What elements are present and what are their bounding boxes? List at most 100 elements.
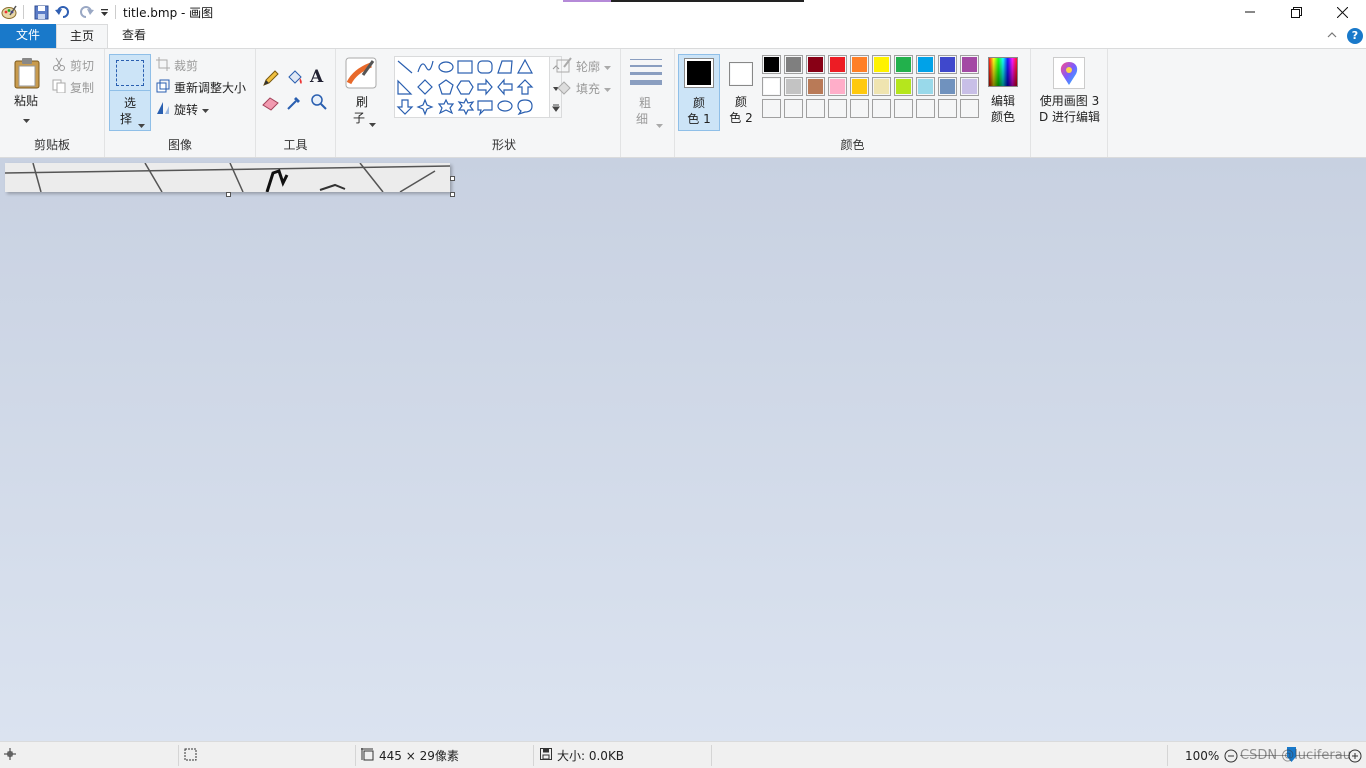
minimize-icon[interactable] [1227,0,1273,24]
palette-swatch[interactable] [784,99,803,118]
palette-swatch[interactable] [828,55,847,74]
palette-swatch[interactable] [850,55,869,74]
save-icon[interactable] [32,3,50,21]
copy-button[interactable]: 复制 [52,79,94,96]
tab-file[interactable]: 文件 [0,24,56,48]
tab-home[interactable]: 主页 [56,24,108,48]
close-icon[interactable] [1319,0,1365,24]
customize-dropdown-icon[interactable] [98,3,110,21]
restore-icon[interactable] [1273,0,1319,24]
resize-icon [156,79,170,96]
resize-button[interactable]: 重新调整大小 [156,79,246,96]
cut-button[interactable]: 剪切 [52,57,94,74]
outline-icon [556,57,572,76]
palette-swatch[interactable] [872,99,891,118]
size-button[interactable]: 粗 细 [627,55,669,128]
redo-icon[interactable] [76,3,96,21]
select-rect-icon [116,60,144,86]
separator [178,745,179,766]
color-picker-icon[interactable] [286,93,304,114]
paint-app-icon[interactable] [0,3,18,21]
pencil-icon[interactable] [262,69,280,90]
title-accent [611,0,804,2]
resize-handle-corner[interactable] [450,192,455,197]
shapes-gallery [394,56,550,118]
status-bar: 445 × 29像素 大小: 0.0KB 100% CSDN @lucifera… [0,741,1366,768]
shapes-gallery-icons[interactable] [395,57,551,119]
copy-icon [52,79,66,96]
eraser-icon[interactable] [262,93,280,114]
group-label-shapes: 形状 [491,138,516,152]
color1-swatch [684,58,714,88]
color1-button[interactable]: 颜 色 1 [678,54,720,131]
resize-handle-bottom[interactable] [226,192,231,197]
text-tool-icon[interactable]: A [310,67,323,87]
color2-label-1: 颜 [734,95,747,109]
edit-colors-label-1: 编辑 [990,94,1015,108]
group-clipboard: 粘贴 剪切 复制 剪贴板 [0,49,105,157]
palette-swatch[interactable] [850,77,869,96]
palette-swatch[interactable] [960,77,979,96]
tab-view[interactable]: 查看 [108,24,160,48]
palette-swatch[interactable] [960,99,979,118]
palette-swatch[interactable] [916,55,935,74]
palette-swatch[interactable] [894,77,913,96]
rotate-button[interactable]: 旋转 [156,101,210,118]
palette-swatch[interactable] [828,77,847,96]
palette-swatch[interactable] [938,55,957,74]
image-canvas[interactable] [5,163,450,192]
palette-swatch[interactable] [872,55,891,74]
palette-swatch[interactable] [762,77,781,96]
group-tools: A 工具 [256,49,336,157]
group-label-colors: 颜色 [840,138,865,152]
palette-swatch[interactable] [850,99,869,118]
palette-swatch[interactable] [872,77,891,96]
fill-icon [556,79,572,98]
palette-swatch[interactable] [806,99,825,118]
color2-button[interactable]: 颜 色 2 [721,54,763,131]
zoom-in-button[interactable] [1348,742,1362,768]
file-size: 大小: 0.0KB [540,742,624,768]
group-label-image: 图像 [167,138,192,152]
resize-handle-right[interactable] [450,176,455,181]
palette-swatch[interactable] [894,99,913,118]
brushes-button[interactable]: 刷 子 [340,54,384,131]
group-image: 选 择 裁剪 重新调整大小 旋转 图像 [105,49,256,157]
magnifier-icon[interactable] [310,93,328,114]
palette-swatch[interactable] [806,55,825,74]
title-bar: title.bmp - 画图 [0,0,1366,24]
zoom-out-button[interactable] [1224,742,1238,768]
palette-swatch[interactable] [960,55,979,74]
copy-label: 复制 [70,81,95,95]
fill-bucket-icon[interactable] [286,69,304,90]
canvas-area[interactable] [0,158,1366,741]
fill-button[interactable]: 填充 [556,79,612,98]
palette-swatch[interactable] [938,99,957,118]
palette-swatch[interactable] [784,77,803,96]
paint3d-button[interactable]: 使用画图 3 D 进行编辑 [1033,55,1106,127]
separator [533,745,534,766]
palette-swatch[interactable] [894,55,913,74]
line-width-icon [630,59,662,85]
crop-label: 裁剪 [174,59,199,73]
palette-swatch[interactable] [806,77,825,96]
select-button[interactable]: 选 择 [109,54,151,131]
palette-swatch[interactable] [784,55,803,74]
palette-swatch[interactable] [828,99,847,118]
title-accent [563,0,611,2]
help-icon[interactable]: ? [1347,28,1363,44]
undo-icon[interactable] [53,3,73,21]
crop-button[interactable]: 裁剪 [156,57,198,74]
palette-swatch[interactable] [916,99,935,118]
palette-swatch[interactable] [938,77,957,96]
group-size: 粗 细 [621,49,675,157]
scissors-icon [52,57,66,74]
outline-button[interactable]: 轮廓 [556,57,612,76]
palette-swatch[interactable] [762,99,781,118]
edit-colors-button[interactable]: 编辑 颜色 [983,55,1023,127]
palette-swatch[interactable] [762,55,781,74]
ribbon: 粘贴 剪切 复制 剪贴板 选 择 裁剪 重新调整大小 旋转 图像 A 工具 刷 … [0,48,1366,158]
palette-swatch[interactable] [916,77,935,96]
collapse-ribbon-icon[interactable] [1326,29,1338,41]
paste-button[interactable]: 粘贴 [6,55,46,127]
